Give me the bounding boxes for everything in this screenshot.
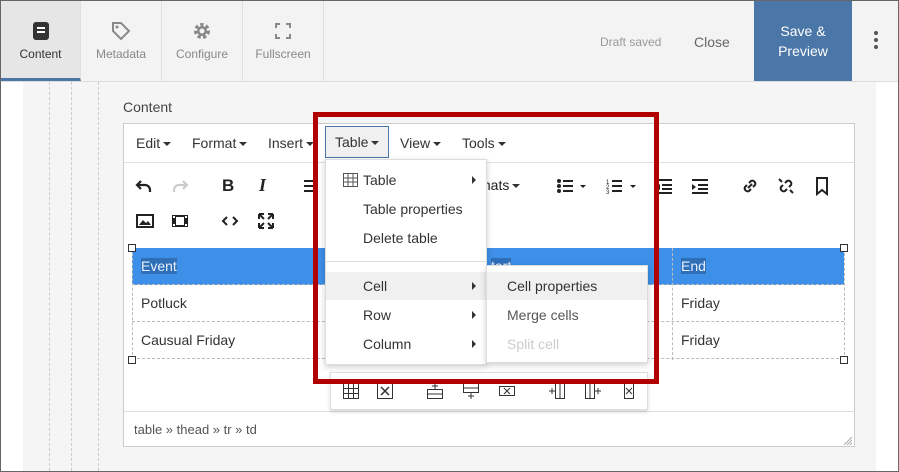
tab-configure-label: Configure bbox=[175, 47, 229, 61]
header-end: End bbox=[681, 258, 706, 274]
italic-icon[interactable]: I bbox=[259, 175, 266, 196]
table-border bbox=[132, 248, 133, 360]
undo-icon[interactable] bbox=[134, 176, 154, 196]
preview-label: Preview bbox=[778, 43, 828, 59]
tab-content-label: Content bbox=[19, 47, 62, 61]
table-properties-icon[interactable] bbox=[343, 383, 359, 399]
delete-column-icon[interactable] bbox=[621, 383, 637, 399]
fullscreen-icon bbox=[275, 23, 291, 39]
bookmark-icon[interactable] bbox=[812, 176, 832, 196]
resize-handle[interactable] bbox=[128, 356, 136, 364]
app-frame: Content Metadata Configure Fullscreen Dr… bbox=[0, 0, 899, 472]
link-icon[interactable] bbox=[740, 176, 760, 196]
tab-metadata-label: Metadata bbox=[95, 47, 147, 61]
divider bbox=[49, 82, 50, 471]
save-label: Save & bbox=[780, 23, 826, 39]
menu-edit-label: Edit bbox=[136, 135, 161, 151]
unlink-icon[interactable] bbox=[776, 176, 796, 196]
menu-format-label: Format bbox=[192, 135, 237, 151]
close-button[interactable]: Close bbox=[694, 34, 730, 50]
more-options-icon[interactable] bbox=[869, 31, 883, 51]
save-preview-button[interactable]: Save & Preview bbox=[754, 1, 852, 81]
fullscreen-editor-icon[interactable] bbox=[256, 211, 276, 231]
insert-column-before-icon[interactable] bbox=[549, 383, 565, 399]
tab-content[interactable]: Content bbox=[1, 1, 81, 81]
highlight-box bbox=[313, 112, 659, 384]
media-icon[interactable] bbox=[170, 211, 190, 231]
tab-fullscreen-label: Fullscreen bbox=[255, 47, 311, 61]
menu-insert-label: Insert bbox=[268, 135, 304, 151]
document-icon bbox=[32, 22, 49, 40]
resize-handle[interactable] bbox=[840, 244, 848, 252]
element-path[interactable]: table » thead » tr » td bbox=[134, 422, 257, 437]
table-header-cell[interactable]: Event bbox=[132, 248, 332, 284]
table-header-cell[interactable]: End bbox=[672, 248, 844, 284]
table-border bbox=[844, 248, 845, 360]
resize-grip-icon[interactable] bbox=[844, 437, 852, 445]
delete-table-icon[interactable] bbox=[377, 383, 393, 399]
header-event: Event bbox=[141, 258, 177, 274]
top-toolbar: Content Metadata Configure Fullscreen Dr… bbox=[1, 1, 898, 82]
editor-statusbar: table » thead » tr » td bbox=[124, 411, 854, 447]
table-border bbox=[672, 248, 673, 360]
bold-icon[interactable]: B bbox=[222, 176, 234, 196]
divider bbox=[98, 82, 99, 471]
insert-row-after-icon[interactable] bbox=[463, 383, 479, 399]
source-code-icon[interactable] bbox=[220, 211, 240, 231]
table-cell[interactable]: Potluck bbox=[132, 285, 332, 321]
menu-format[interactable]: Format bbox=[192, 135, 248, 151]
menu-insert[interactable]: Insert bbox=[268, 135, 315, 151]
draft-status: Draft saved bbox=[600, 35, 662, 49]
delete-row-icon[interactable] bbox=[499, 383, 515, 399]
table-cell[interactable]: Friday bbox=[672, 322, 844, 358]
resize-handle[interactable] bbox=[128, 244, 136, 252]
indent-icon[interactable] bbox=[690, 176, 710, 196]
redo-icon[interactable] bbox=[170, 176, 190, 196]
table-cell[interactable]: Causual Friday bbox=[132, 322, 332, 358]
tab-metadata[interactable]: Metadata bbox=[81, 1, 162, 81]
resize-handle[interactable] bbox=[840, 356, 848, 364]
tab-fullscreen[interactable]: Fullscreen bbox=[243, 1, 324, 81]
tab-configure[interactable]: Configure bbox=[162, 1, 243, 81]
table-cell[interactable]: Friday bbox=[672, 285, 844, 321]
tag-icon bbox=[112, 22, 131, 41]
insert-row-before-icon[interactable] bbox=[427, 383, 443, 399]
divider bbox=[71, 82, 72, 471]
image-icon[interactable] bbox=[135, 211, 155, 231]
menu-edit[interactable]: Edit bbox=[136, 135, 172, 151]
gear-icon bbox=[194, 23, 210, 39]
insert-column-after-icon[interactable] bbox=[585, 383, 601, 399]
field-label: Content bbox=[123, 99, 173, 115]
